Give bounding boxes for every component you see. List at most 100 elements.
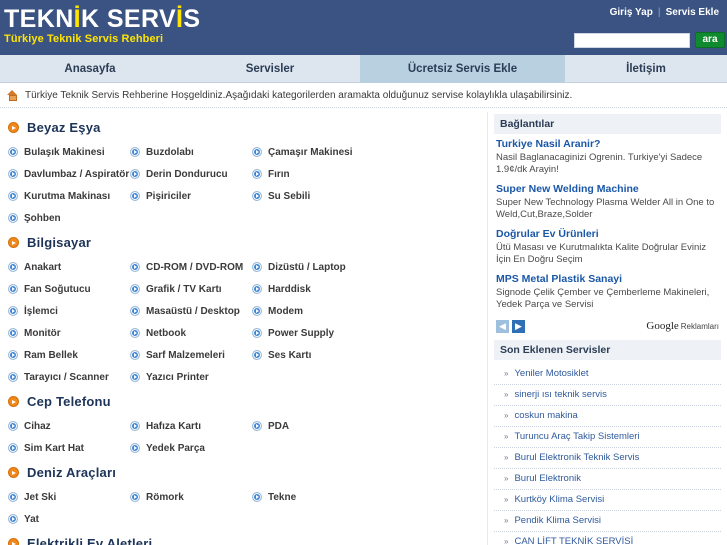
category-item-label: Modem <box>268 305 303 317</box>
category-item[interactable]: Fırın <box>252 163 374 185</box>
recent-service-item[interactable]: » coskun makina <box>494 406 721 427</box>
category-item[interactable]: Hafıza Kartı <box>130 415 252 437</box>
ads-prev-icon[interactable]: ◀ <box>496 319 509 333</box>
list-bullet-icon: » <box>504 432 509 441</box>
ad-title[interactable]: Turkiye Nasil Aranir? <box>496 138 721 151</box>
add-service-link[interactable]: Servis Ekle <box>662 7 723 18</box>
recent-service-item[interactable]: » Burul Elektronik <box>494 469 721 490</box>
search-button[interactable]: ara <box>695 32 725 48</box>
category-item[interactable]: Anakart <box>8 256 130 278</box>
category-item[interactable]: Derin Dondurucu <box>130 163 252 185</box>
category-item[interactable]: Davlumbaz / Aspiratör <box>8 163 130 185</box>
play-circle-icon <box>252 328 262 338</box>
category-item-label: Su Sebili <box>268 190 311 202</box>
recent-service-item[interactable]: » Kurtköy Klima Servisi <box>494 490 721 511</box>
home-icon-body <box>8 94 17 101</box>
play-circle-icon <box>8 284 18 294</box>
category-item[interactable]: PDA <box>252 415 374 437</box>
category-header[interactable]: Bilgisayar <box>0 231 487 256</box>
search-input[interactable] <box>574 32 690 48</box>
category-item-label: Cihaz <box>24 420 51 432</box>
ad-description: Super New Technology Plasma Welder All i… <box>496 197 715 220</box>
recent-service-item[interactable]: » sinerji ısı teknik servis <box>494 385 721 406</box>
category-item[interactable]: Harddisk <box>252 278 374 300</box>
category-item[interactable]: Yat <box>8 508 130 530</box>
category-block: Beyaz Eşya Bulaşık Makinesi Buzdolabı Çamaş… <box>0 116 487 229</box>
category-item[interactable]: Ses Kartı <box>252 344 374 366</box>
recent-service-item[interactable]: » Yeniler Motosiklet <box>494 364 721 385</box>
category-item[interactable]: Sarf Malzemeleri <box>130 344 252 366</box>
play-circle-icon <box>252 492 262 502</box>
category-item[interactable]: Çamaşır Makinesi <box>252 141 374 163</box>
recent-service-item[interactable]: » Burul Elektronik Teknik Servis <box>494 448 721 469</box>
site-logo[interactable]: TEKNİK SERVİS Türkiye Teknik Servis Rehb… <box>4 6 200 46</box>
category-item[interactable]: Monitör <box>8 322 130 344</box>
category-item[interactable]: Römork <box>130 486 252 508</box>
recent-service-item[interactable]: » CAN LİFT TEKNİK SERVİSİ <box>494 532 721 545</box>
play-circle-icon <box>130 443 140 453</box>
category-item[interactable]: Tekne <box>252 486 374 508</box>
category-item-label: Çamaşır Makinesi <box>268 146 353 158</box>
nav-tab-ucretsiz-servis-ekle[interactable]: Ücretsiz Servis Ekle <box>360 55 565 83</box>
category-item[interactable]: Pişiriciler <box>130 185 252 207</box>
list-bullet-icon: » <box>504 390 509 399</box>
list-bullet-icon: » <box>504 411 509 420</box>
ad-item[interactable]: MPS Metal Plastik Sanayi Signode Çelik Çe… <box>496 273 721 311</box>
logo-part1: TEKN <box>4 5 74 33</box>
recent-service-item[interactable]: » Pendik Klima Servisi <box>494 511 721 532</box>
category-item-label: Grafik / TV Kartı <box>146 283 222 295</box>
category-item[interactable]: Cihaz <box>8 415 130 437</box>
category-item[interactable]: Sim Kart Hat <box>8 437 130 459</box>
category-header[interactable]: Cep Telefonu <box>0 390 487 415</box>
category-item-label: PDA <box>268 420 290 432</box>
ad-item[interactable]: Doğrular Ev Ürünleri Ütü Masası ve Kurutm… <box>496 228 721 266</box>
list-bullet-icon: » <box>504 495 509 504</box>
category-item[interactable]: Grafik / TV Kartı <box>130 278 252 300</box>
category-item[interactable]: Şohben <box>8 207 130 229</box>
ad-title[interactable]: Doğrular Ev Ürünleri <box>496 228 721 241</box>
category-block: Cep Telefonu Cihaz Hafıza Kartı PDA Sim Kart… <box>0 390 487 459</box>
recent-service-label: Burul Elektronik <box>514 473 581 484</box>
play-circle-icon <box>130 191 140 201</box>
category-item[interactable]: Netbook <box>130 322 252 344</box>
category-item[interactable]: Modem <box>252 300 374 322</box>
category-item[interactable]: Buzdolabı <box>130 141 252 163</box>
category-item[interactable]: Yedek Parça <box>130 437 252 459</box>
category-block: Bilgisayar Anakart CD-ROM / DVD-ROM Dizüstü… <box>0 231 487 388</box>
play-circle-icon <box>8 306 18 316</box>
category-item-label: Anakart <box>24 261 62 273</box>
category-item-label: Netbook <box>146 327 186 339</box>
play-circle-icon <box>8 191 18 201</box>
category-header[interactable]: Elektrikli Ev Aletleri <box>0 532 487 545</box>
header-search: ara <box>574 32 725 48</box>
nav-tab-anasayfa[interactable]: Anasayfa <box>0 55 180 83</box>
category-item[interactable]: Jet Ski <box>8 486 130 508</box>
ads-next-icon[interactable]: ▶ <box>512 319 525 333</box>
recent-service-item[interactable]: » Turuncu Araç Takip Sistemleri <box>494 427 721 448</box>
ad-item[interactable]: Turkiye Nasil Aranir? Nasil Baglanacagini… <box>496 138 721 176</box>
play-circle-icon <box>252 191 262 201</box>
nav-tab-iletisim[interactable]: İletişim <box>565 55 727 83</box>
category-header[interactable]: Beyaz Eşya <box>0 116 487 141</box>
category-item[interactable]: Dizüstü / Laptop <box>252 256 374 278</box>
category-items-grid: Cihaz Hafıza Kartı PDA Sim Kart Hat Yedek Pa… <box>0 415 487 459</box>
category-item[interactable]: Kurutma Makinası <box>8 185 130 207</box>
ad-title[interactable]: Super New Welding Machine <box>496 183 721 196</box>
ad-item[interactable]: Super New Welding Machine Super New Techn… <box>496 183 721 221</box>
category-item[interactable]: Bulaşık Makinesi <box>8 141 130 163</box>
category-item[interactable]: Su Sebili <box>252 185 374 207</box>
category-item-label: Masaüstü / Desktop <box>146 305 240 317</box>
category-item-label: Buzdolabı <box>146 146 194 158</box>
category-item[interactable]: Power Supply <box>252 322 374 344</box>
category-item[interactable]: Fan Soğutucu <box>8 278 130 300</box>
login-link[interactable]: Giriş Yap <box>606 7 657 18</box>
category-item[interactable]: Tarayıcı / Scanner <box>8 366 130 388</box>
category-item[interactable]: İşlemci <box>8 300 130 322</box>
category-item[interactable]: Masaüstü / Desktop <box>130 300 252 322</box>
category-item[interactable]: Yazıcı Printer <box>130 366 252 388</box>
category-header[interactable]: Deniz Araçları <box>0 461 487 486</box>
category-item[interactable]: Ram Bellek <box>8 344 130 366</box>
category-item[interactable]: CD-ROM / DVD-ROM <box>130 256 252 278</box>
ad-title[interactable]: MPS Metal Plastik Sanayi <box>496 273 721 286</box>
nav-tab-servisler[interactable]: Servisler <box>180 55 360 83</box>
